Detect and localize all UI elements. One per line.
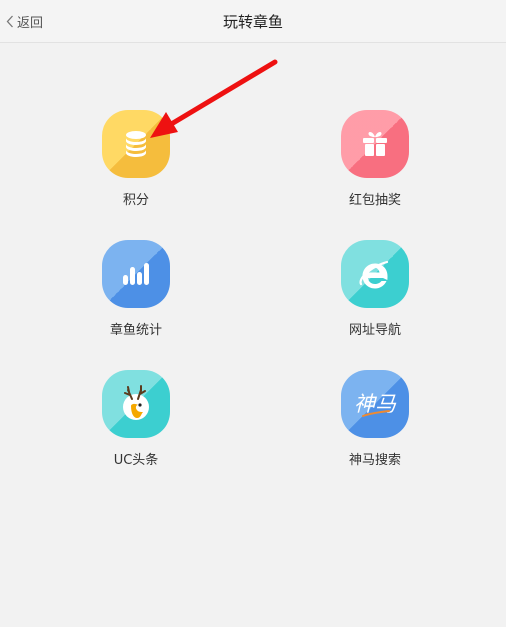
statistics-app-icon[interactable] xyxy=(102,240,170,308)
ie-browser-icon xyxy=(359,260,389,289)
tile-points[interactable]: 积分 xyxy=(76,110,196,208)
bar-chart-icon xyxy=(123,263,149,285)
navigation-app-icon[interactable] xyxy=(341,240,409,308)
coins-icon xyxy=(126,131,146,157)
tile-statistics[interactable]: 章鱼统计 xyxy=(76,240,196,338)
tile-uc-headlines[interactable]: UC头条 xyxy=(76,370,196,468)
gift-icon xyxy=(363,132,387,156)
page-title: 玩转章鱼 xyxy=(222,13,283,31)
top-bar: 返回 玩转章鱼 xyxy=(0,0,506,43)
shenma-search-icon: 神马 xyxy=(354,392,397,417)
tile-url-navigation[interactable]: 网址导航 xyxy=(315,240,435,338)
uc-headline-icon xyxy=(123,385,149,420)
tile-label: 神马搜索 xyxy=(348,453,401,468)
lottery-app-icon[interactable] xyxy=(341,110,409,178)
tile-shenma-search[interactable]: 神马 神马搜索 xyxy=(315,370,435,468)
tile-label: 网址导航 xyxy=(348,323,401,338)
tile-red-packet-lottery[interactable]: 红包抽奖 xyxy=(315,110,435,208)
points-app-icon[interactable] xyxy=(102,110,170,178)
tile-label: UC头条 xyxy=(113,453,159,468)
tile-label: 章鱼统计 xyxy=(109,323,162,338)
shenma-search-app-icon[interactable]: 神马 xyxy=(341,370,409,438)
uc-headlines-app-icon[interactable] xyxy=(102,370,170,438)
tile-label: 积分 xyxy=(122,193,149,208)
tile-label: 红包抽奖 xyxy=(348,193,401,208)
